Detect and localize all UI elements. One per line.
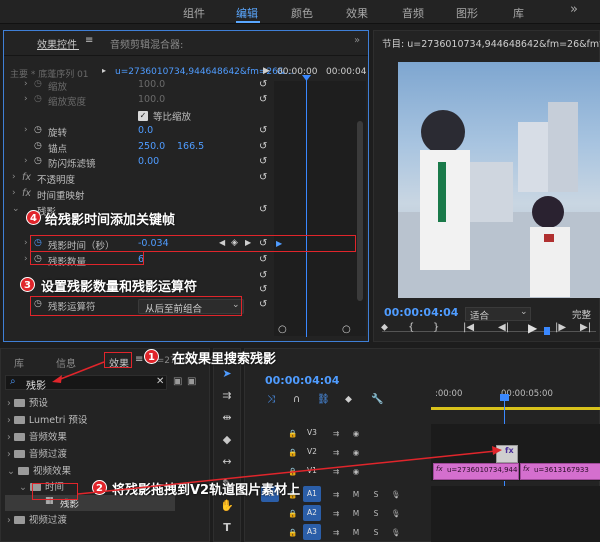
arrowhead <box>52 375 62 383</box>
premiere-window: { "workspaces": { "items": ["组件", "编辑", … <box>0 0 600 542</box>
arrow-to-v2-clip <box>77 450 497 495</box>
arrowhead <box>492 446 502 455</box>
arrow-to-search <box>57 361 105 381</box>
annotation-arrows <box>52 361 502 495</box>
